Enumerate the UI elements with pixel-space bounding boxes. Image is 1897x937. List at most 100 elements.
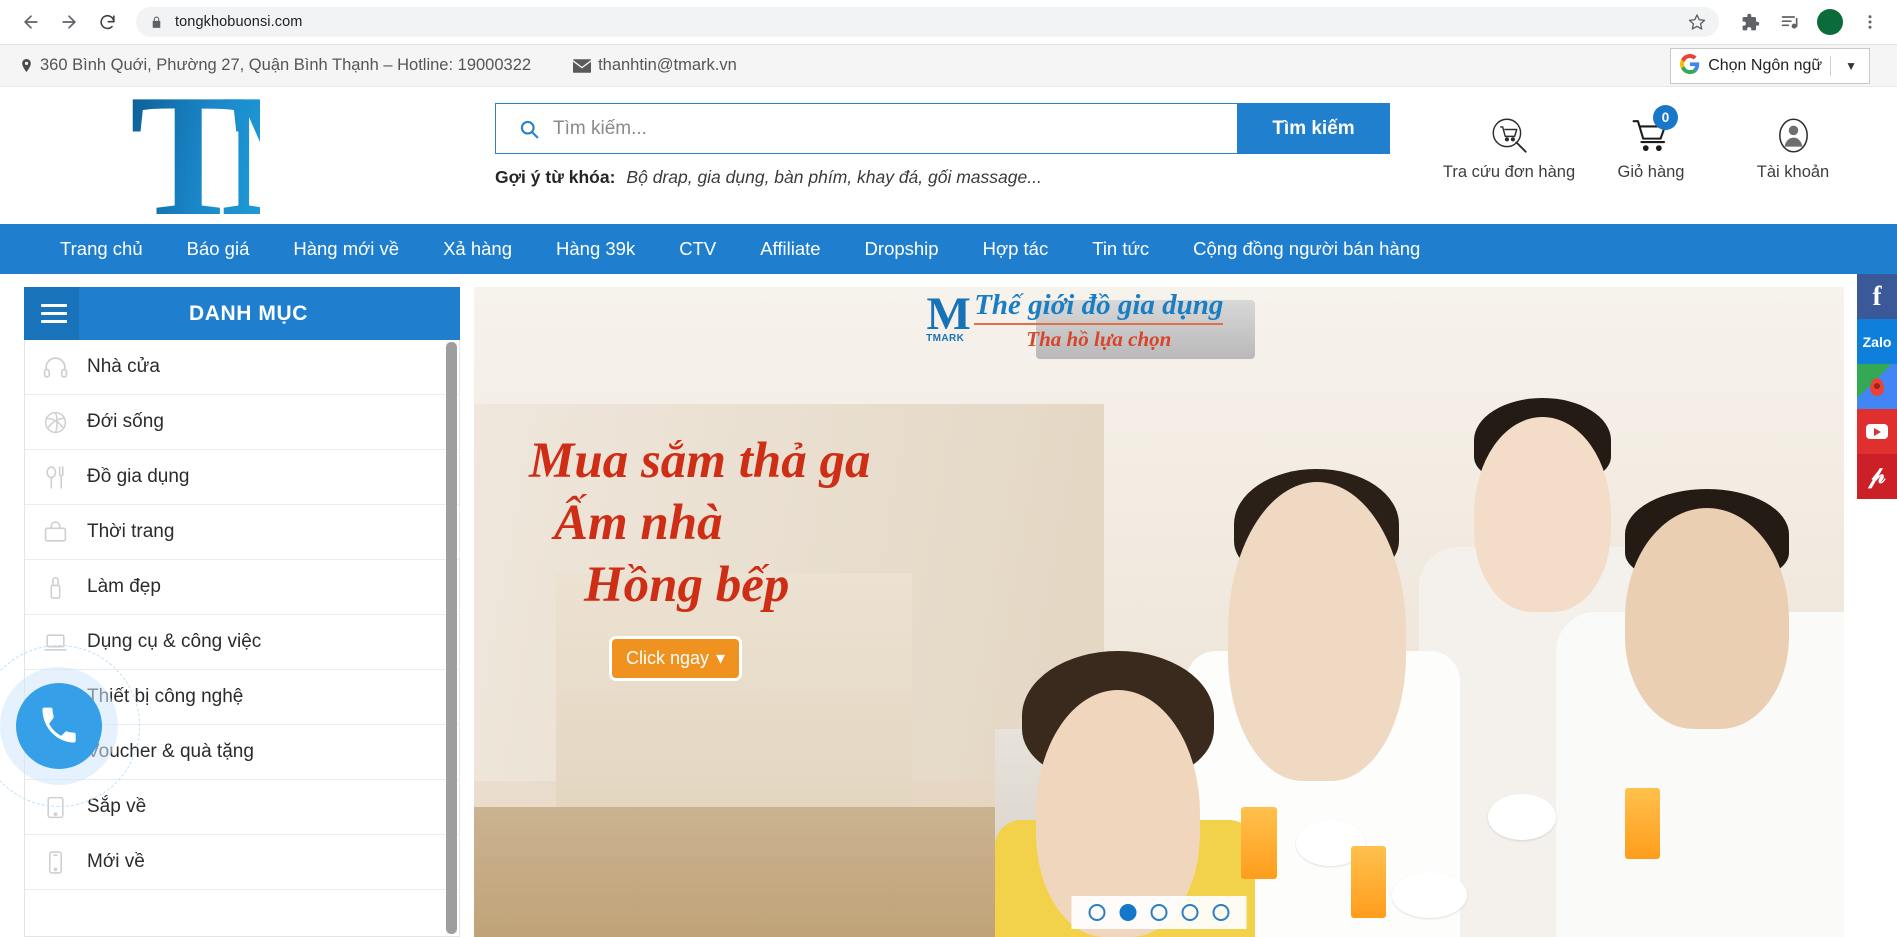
phone-call-icon bbox=[16, 683, 102, 769]
youtube-icon[interactable] bbox=[1857, 409, 1897, 454]
order-lookup-action[interactable]: Tra cứu đơn hàng bbox=[1438, 109, 1580, 182]
lipstick-icon bbox=[43, 575, 87, 600]
sidebar-item-label: Mới về bbox=[87, 851, 145, 872]
category-list: Nhà cửa Đới sống Đồ gia dụng Thời trang bbox=[24, 340, 460, 937]
facebook-icon[interactable]: f bbox=[1857, 274, 1897, 319]
social-rail: f Zalo 𝓅 bbox=[1857, 274, 1897, 499]
banner-headline-1: Mua sắm thả ga bbox=[529, 433, 871, 489]
sidebar-item-nha-cua[interactable]: Nhà cửa bbox=[25, 340, 459, 395]
carousel-dot-4[interactable] bbox=[1181, 904, 1199, 921]
sidebar-item-do-gia-dung[interactable]: Đồ gia dụng bbox=[25, 450, 459, 505]
banner-copy: Mua sắm thả ga Ấm nhà Hồng bếp Click nga… bbox=[529, 430, 871, 681]
reading-list-icon[interactable] bbox=[1777, 9, 1803, 35]
store-email[interactable]: thanhtin@tmark.vn bbox=[573, 56, 737, 75]
banner-brand: M TMARK Thế giới đồ gia dụng Tha hồ lựa … bbox=[926, 288, 1224, 352]
search-box[interactable] bbox=[495, 103, 1237, 154]
address-bar[interactable]: tongkhobuonsi.com bbox=[136, 7, 1719, 37]
banner-headline-3: Hồng bếp bbox=[584, 557, 790, 613]
url-text: tongkhobuonsi.com bbox=[175, 14, 303, 30]
banner-brand-lines: Thế giới đồ gia dụng Tha hồ lựa chọn bbox=[974, 289, 1224, 352]
carousel-dot-5[interactable] bbox=[1212, 904, 1230, 921]
nav-item-cong-dong[interactable]: Cộng đồng người bán hàng bbox=[1171, 224, 1442, 274]
sidebar-item-label: Đồ gia dụng bbox=[87, 466, 190, 487]
search-input[interactable] bbox=[553, 117, 1237, 140]
sidebar-item-label: Đới sống bbox=[87, 411, 164, 432]
browser-right-controls bbox=[1729, 9, 1883, 35]
nav-item-tin-tuc[interactable]: Tin tức bbox=[1070, 224, 1171, 274]
sidebar-item-thoi-trang[interactable]: Thời trang bbox=[25, 505, 459, 560]
nav-item-affiliate[interactable]: Affiliate bbox=[738, 224, 842, 274]
tmark-logo-word: TMARK bbox=[926, 333, 965, 344]
map-pin-icon bbox=[20, 57, 33, 74]
sidebar-scrollbar[interactable] bbox=[446, 342, 457, 934]
browser-reload-button[interactable] bbox=[90, 5, 124, 39]
sidebar-item-lam-dep[interactable]: Làm đẹp bbox=[25, 560, 459, 615]
nav-item-trang-chu[interactable]: Trang chủ bbox=[38, 224, 165, 274]
nav-item-xa-hang[interactable]: Xả hàng bbox=[421, 224, 534, 274]
cart-badge: 0 bbox=[1653, 105, 1678, 130]
banner-brand-line2: Tha hồ lựa chọn bbox=[1026, 327, 1172, 351]
carousel-dot-3[interactable] bbox=[1150, 904, 1168, 921]
smartphone-icon bbox=[43, 850, 87, 875]
search-button[interactable]: Tìm kiếm bbox=[1237, 103, 1390, 154]
google-maps-icon[interactable] bbox=[1857, 364, 1897, 409]
site-header: TM Tìm kiếm Gợi ý từ khóa: Bộ drap, gia … bbox=[0, 87, 1897, 228]
banner-cta-button[interactable]: Click ngay ▾ bbox=[609, 636, 742, 681]
sidebar-item-label: Dụng cụ & công việc bbox=[87, 631, 262, 652]
browser-toolbar: tongkhobuonsi.com bbox=[0, 0, 1897, 44]
nav-item-hop-tac[interactable]: Hợp tác bbox=[961, 224, 1071, 274]
sidebar-item-label: Thời trang bbox=[87, 521, 175, 542]
hamburger-menu-icon[interactable] bbox=[24, 287, 79, 340]
ball-icon bbox=[43, 410, 87, 435]
sidebar-item-doi-song[interactable]: Đới sống bbox=[25, 395, 459, 450]
zalo-icon[interactable]: Zalo bbox=[1857, 319, 1897, 364]
sidebar-item-label: Nhà cửa bbox=[87, 356, 160, 377]
nav-item-bao-gia[interactable]: Báo giá bbox=[165, 224, 272, 274]
nav-item-hang-moi-ve[interactable]: Hàng mới về bbox=[271, 224, 421, 274]
store-email-text: thanhtin@tmark.vn bbox=[598, 56, 737, 74]
sidebar-item-label: Làm đẹp bbox=[87, 576, 161, 597]
order-lookup-icon bbox=[1489, 109, 1530, 156]
bookmark-star-icon[interactable] bbox=[1685, 10, 1709, 34]
language-divider bbox=[1830, 55, 1832, 76]
carousel-dot-1[interactable] bbox=[1088, 904, 1106, 921]
pinterest-icon[interactable]: 𝓅 bbox=[1857, 454, 1897, 499]
nav-item-ctv[interactable]: CTV bbox=[657, 224, 738, 274]
headphones-icon bbox=[43, 355, 87, 380]
cart-action[interactable]: 0 Giỏ hàng bbox=[1580, 105, 1722, 182]
sidebar-item-moi-ve[interactable]: Mới về bbox=[25, 835, 459, 890]
nav-item-dropship[interactable]: Dropship bbox=[843, 224, 961, 274]
profile-avatar-icon[interactable] bbox=[1817, 9, 1843, 35]
lock-icon bbox=[150, 15, 163, 30]
cart-label: Giỏ hàng bbox=[1617, 163, 1685, 181]
store-address-text: 360 Bình Quới, Phường 27, Quận Bình Thạn… bbox=[40, 56, 532, 74]
nav-item-hang-39k[interactable]: Hàng 39k bbox=[534, 224, 657, 274]
language-selector[interactable]: Chọn Ngôn ngữ ▼ bbox=[1670, 47, 1870, 84]
hero-banner-carousel[interactable]: M TMARK Thế giới đồ gia dụng Tha hồ lựa … bbox=[474, 287, 1844, 937]
banner-headline-2: Ấm nhà bbox=[554, 495, 723, 551]
account-label: Tài khoản bbox=[1756, 163, 1830, 181]
three-dot-menu-icon[interactable] bbox=[1857, 9, 1883, 35]
keyword-suggestions: Gợi ý từ khóa: Bộ drap, gia dụng, bàn ph… bbox=[495, 167, 1390, 188]
carousel-dot-2[interactable] bbox=[1119, 904, 1137, 921]
chevron-down-icon[interactable]: ▼ bbox=[1839, 59, 1863, 73]
site-logo-text: TM bbox=[130, 93, 260, 228]
account-action[interactable]: Tài khoản bbox=[1722, 109, 1864, 182]
main-navigation: Trang chủ Báo giá Hàng mới về Xả hàng Hà… bbox=[0, 224, 1897, 274]
search-area: Tìm kiếm Gợi ý từ khóa: Bộ drap, gia dụn… bbox=[495, 103, 1390, 188]
keyword-label: Gợi ý từ khóa: bbox=[495, 167, 616, 187]
category-title: DANH MỤC bbox=[188, 301, 309, 325]
site-logo[interactable]: TM bbox=[130, 93, 260, 228]
browser-back-button[interactable] bbox=[14, 5, 48, 39]
header-actions: Tra cứu đơn hàng 0 Giỏ hàng Tài khoản bbox=[1438, 105, 1864, 182]
site-topbar: 360 Bình Quới, Phường 27, Quận Bình Thạn… bbox=[0, 44, 1897, 87]
carousel-dots bbox=[1071, 896, 1247, 929]
page-main: DANH MỤC Nhà cửa Đới sống Đồ gia dụng Th… bbox=[0, 274, 1897, 937]
floating-call-button[interactable] bbox=[0, 645, 140, 807]
tmark-logo-mark: M bbox=[926, 288, 970, 340]
browser-forward-button[interactable] bbox=[52, 5, 86, 39]
store-address: 360 Bình Quới, Phường 27, Quận Bình Thạn… bbox=[20, 56, 531, 75]
sidebar-scrollbar-thumb[interactable] bbox=[446, 342, 457, 934]
extensions-puzzle-icon[interactable] bbox=[1737, 9, 1763, 35]
keyword-list[interactable]: Bộ drap, gia dụng, bàn phím, khay đá, gố… bbox=[626, 167, 1041, 188]
